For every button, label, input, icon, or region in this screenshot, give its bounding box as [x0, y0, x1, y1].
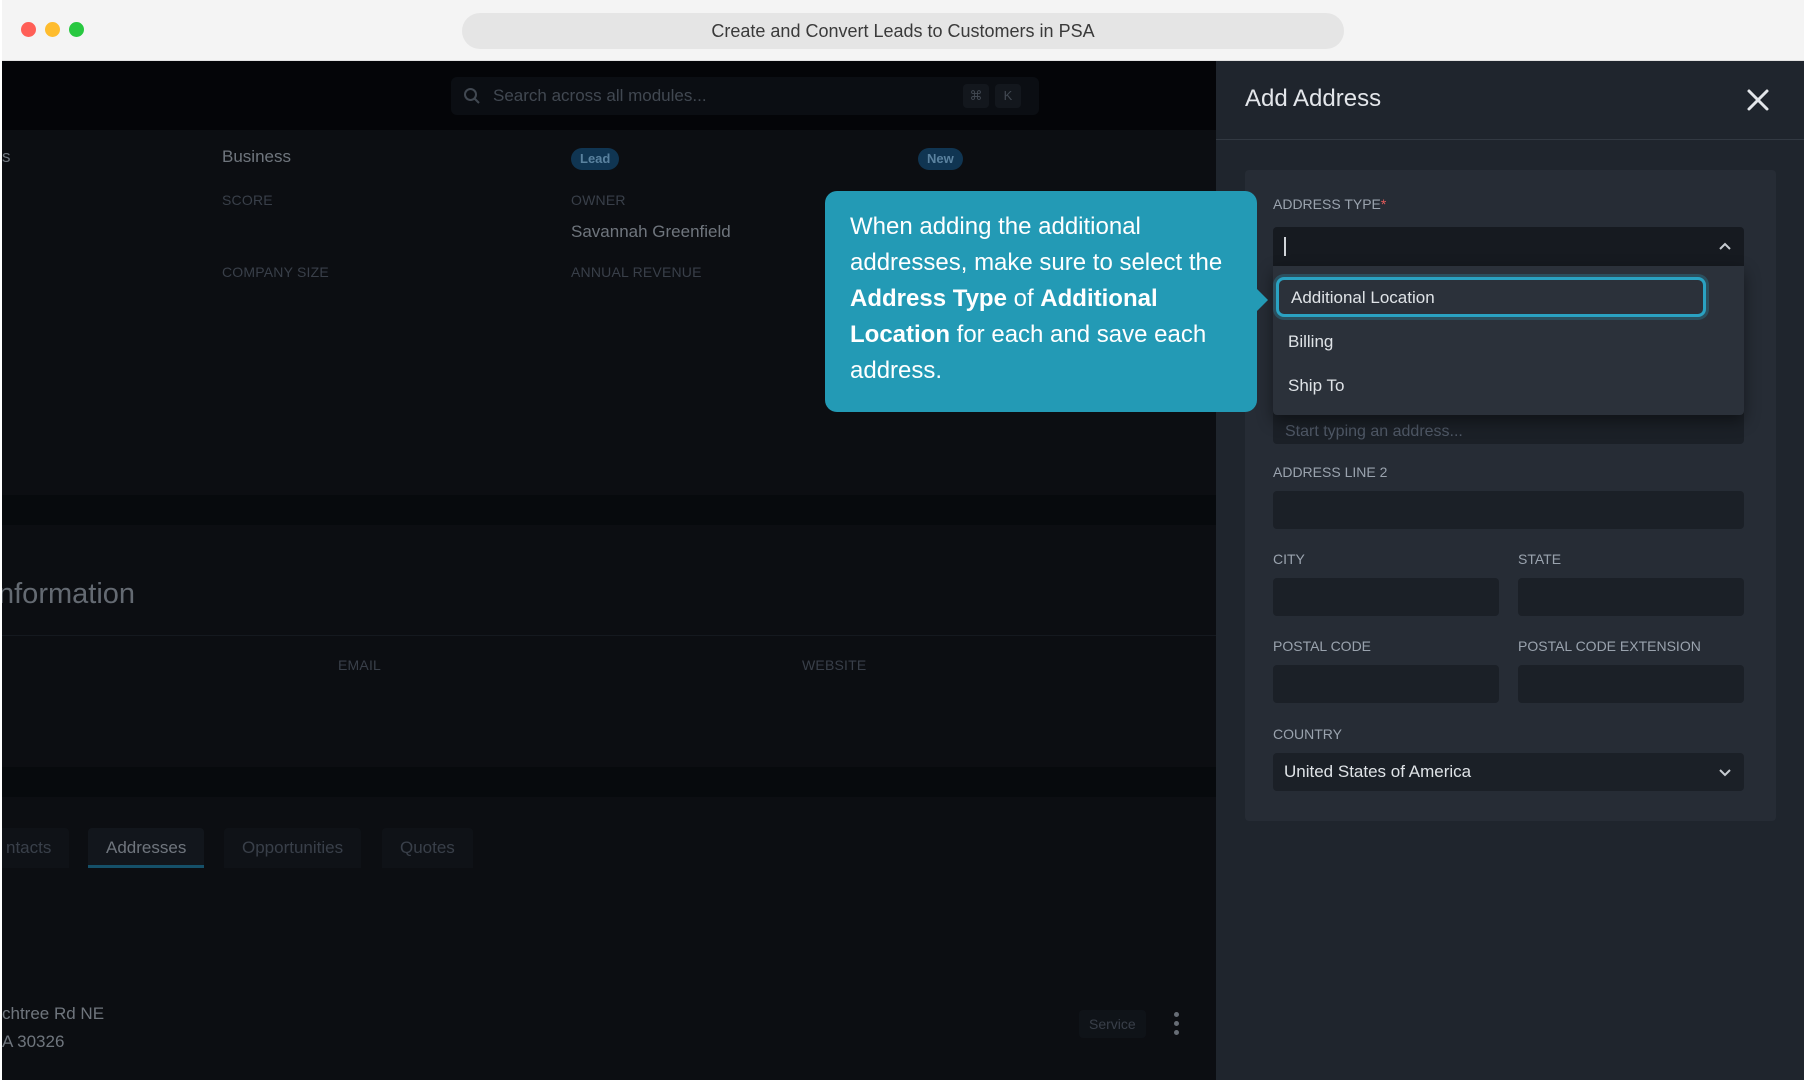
tab-addresses[interactable]: Addresses [88, 828, 205, 868]
address-line1: chtree Rd NE [2, 1004, 105, 1023]
chevron-up-icon[interactable] [1717, 239, 1733, 255]
email-label: EMAIL [338, 657, 382, 673]
address-type-label: ADDRESS TYPE* [1273, 196, 1387, 212]
maximize-window-button[interactable] [69, 22, 84, 37]
option-ship-to[interactable]: Ship To [1273, 366, 1744, 406]
city-input[interactable] [1273, 578, 1499, 616]
type-value: s [2, 147, 11, 166]
postal-code-extension-label: POSTAL CODE EXTENSION [1518, 638, 1701, 654]
score-label: SCORE [222, 192, 273, 208]
app-topbar: Search across all modules... ⌘ K [2, 61, 1216, 130]
required-mark: * [1380, 196, 1387, 212]
address-type-badge: Service [1079, 1010, 1146, 1038]
tab-opportunities[interactable]: Opportunities [224, 828, 362, 868]
owner-label: OWNER [571, 192, 626, 208]
drawer-title: Add Address [1245, 85, 1382, 112]
address-line2-label: ADDRESS LINE 2 [1273, 464, 1388, 480]
address-form: ADDRESS TYPE* Additional Location Billin… [1245, 170, 1776, 821]
country-value: United States of America [1284, 762, 1472, 781]
contact-info-title: nformation [2, 578, 136, 610]
section-divider [2, 495, 1216, 525]
business-value: Business [222, 147, 291, 166]
drawer-header: Add Address [1216, 61, 1804, 140]
country-label: COUNTRY [1273, 726, 1342, 742]
search-placeholder: Search across all modules... [493, 86, 707, 105]
website-label: WEBSITE [802, 657, 867, 673]
command-key-hint: ⌘ [963, 84, 989, 108]
address-line1-placeholder: Start typing an address... [1285, 423, 1463, 440]
address-line2: A 30326 [2, 1032, 65, 1051]
city-label: CITY [1273, 551, 1305, 567]
browser-titlebar: Create and Convert Leads to Customers in… [2, 0, 1804, 61]
address-bar[interactable]: Create and Convert Leads to Customers in… [462, 13, 1344, 49]
tutorial-callout: When adding the additional addresses, ma… [825, 191, 1268, 412]
search-icon [464, 88, 480, 104]
tab-quotes[interactable]: Quotes [382, 828, 473, 868]
callout-bold-address-type: Address Type [850, 285, 1007, 312]
divider [2, 635, 1216, 636]
owner-value: Savannah Greenfield [571, 222, 731, 241]
stage-badge: Lead [571, 148, 620, 170]
address-type-dropdown: Additional Location Billing Ship To [1273, 266, 1744, 415]
option-additional-location[interactable]: Additional Location [1276, 277, 1706, 317]
postal-code-input[interactable] [1273, 665, 1499, 703]
close-icon[interactable] [1744, 86, 1772, 114]
section-divider [2, 767, 1216, 797]
text-cursor [1284, 237, 1286, 256]
postal-code-label: POSTAL CODE [1273, 638, 1372, 654]
postal-code-extension-input[interactable] [1518, 665, 1744, 703]
chevron-down-icon[interactable] [1717, 764, 1733, 780]
minimize-window-button[interactable] [45, 22, 60, 37]
callout-text: of [1006, 285, 1041, 312]
address-line2-input[interactable] [1273, 491, 1744, 529]
status-badge: New [918, 148, 963, 170]
callout-text: When adding the additional addresses, ma… [850, 213, 1223, 276]
company-size-label: COMPANY SIZE [222, 264, 329, 280]
state-input[interactable] [1518, 578, 1744, 616]
state-label: STATE [1518, 551, 1562, 567]
add-address-drawer: Add Address ADDRESS TYPE* Additional Loc… [1216, 61, 1804, 1080]
global-search[interactable]: Search across all modules... ⌘ K [451, 77, 1039, 115]
annual-revenue-label: ANNUAL REVENUE [571, 264, 702, 280]
address-type-select[interactable] [1273, 227, 1744, 266]
browser-window: Create and Convert Leads to Customers in… [2, 0, 1804, 1080]
tab-contacts[interactable]: ntacts [2, 828, 70, 868]
option-billing[interactable]: Billing [1273, 322, 1744, 362]
close-window-button[interactable] [21, 22, 36, 37]
k-key-hint: K [995, 84, 1021, 108]
country-select[interactable]: United States of America [1273, 753, 1744, 791]
more-options-icon[interactable] [1173, 1012, 1179, 1036]
